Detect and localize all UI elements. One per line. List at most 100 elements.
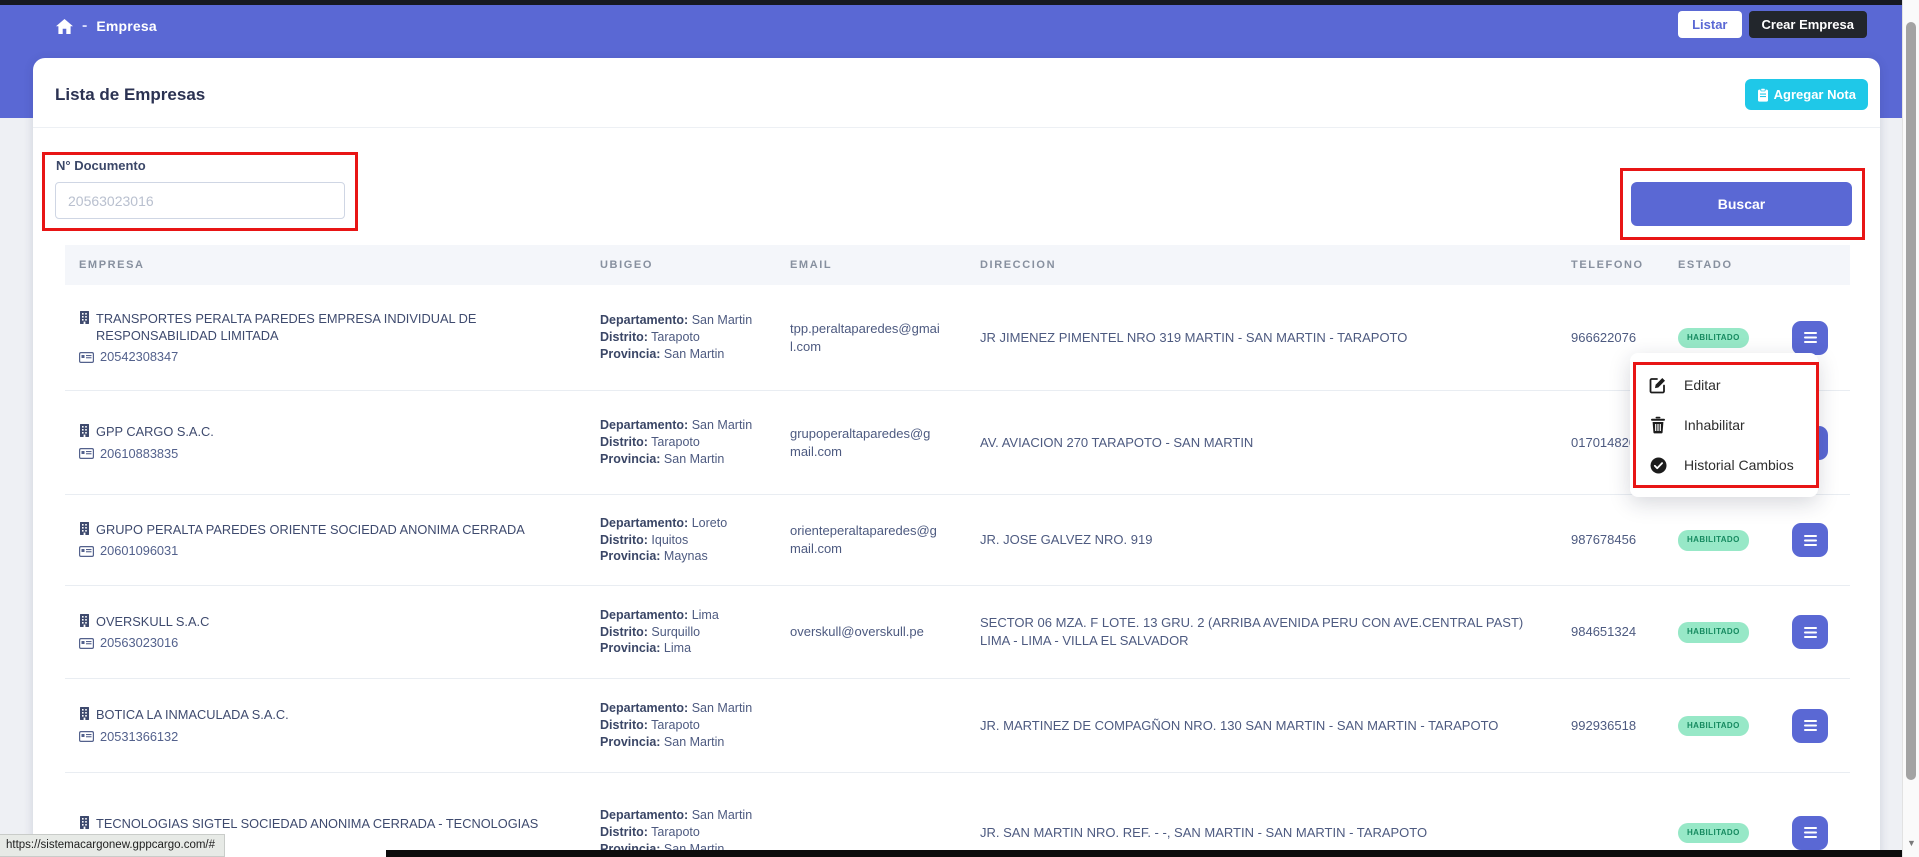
provincia-label: Provincia: bbox=[600, 452, 660, 466]
status-badge: HABILITADO bbox=[1678, 823, 1749, 844]
documento-input[interactable] bbox=[55, 182, 345, 219]
header-actions: Listar Crear Empresa bbox=[1678, 11, 1867, 38]
direccion-cell: JR. SAN MARTIN NRO. REF. - -, SAN MARTIN… bbox=[960, 814, 1555, 852]
company-ruc: 20531366132 bbox=[100, 728, 178, 745]
clipboard-icon bbox=[1757, 88, 1769, 102]
table-row: BOTICA LA INMACULADA S.A.C. 20531366132 … bbox=[65, 678, 1850, 772]
vertical-scrollbar[interactable]: ▼ bbox=[1902, 0, 1919, 857]
provincia-value: San Martin bbox=[664, 735, 724, 749]
row-actions-button[interactable] bbox=[1792, 709, 1828, 743]
company-ruc-line: 20610883835 bbox=[79, 445, 566, 462]
row-actions-button[interactable] bbox=[1792, 816, 1828, 850]
company-ruc: 20542308347 bbox=[100, 348, 178, 365]
table-row: TRANSPORTES PERALTA PAREDES EMPRESA INDI… bbox=[65, 285, 1850, 390]
empresas-table: EMPRESA UBIGEO EMAIL DIRECCION TELEFONO … bbox=[65, 245, 1850, 857]
departamento-label: Departamento: bbox=[600, 808, 688, 822]
ubigeo-cell: Departamento: San Martin Distrito: Tarap… bbox=[580, 690, 770, 761]
table-header-row: EMPRESA UBIGEO EMAIL DIRECCION TELEFONO … bbox=[65, 245, 1850, 285]
table-body: TRANSPORTES PERALTA PAREDES EMPRESA INDI… bbox=[65, 285, 1850, 857]
direccion-cell: JR. MARTINEZ DE COMPAGÑON NRO. 130 SAN M… bbox=[960, 707, 1555, 745]
email-cell: overskull@overskull.pe bbox=[770, 613, 960, 651]
distrito-label: Distrito: bbox=[600, 718, 648, 732]
row-actions-menu: Editar Inhabilitar Historial Cambios bbox=[1630, 353, 1818, 497]
header-ubigeo: UBIGEO bbox=[580, 259, 770, 271]
departamento-label: Departamento: bbox=[600, 313, 688, 327]
company-name: OVERSKULL S.A.C bbox=[96, 613, 209, 630]
trash-icon bbox=[1649, 416, 1667, 434]
menu-item-historial[interactable]: Historial Cambios bbox=[1630, 445, 1818, 485]
building-icon bbox=[79, 311, 90, 324]
email-cell: grupoperaltaparedes@gmail.com bbox=[770, 415, 960, 470]
row-actions-button[interactable] bbox=[1792, 321, 1828, 355]
provincia-value: Maynas bbox=[664, 549, 708, 563]
scrollbar-thumb[interactable] bbox=[1906, 22, 1916, 780]
telefono-cell bbox=[1555, 823, 1650, 843]
ubigeo-cell: Departamento: Loreto Distrito: Iquitos P… bbox=[580, 505, 770, 576]
distrito-value: Iquitos bbox=[651, 533, 688, 547]
table-row: GRUPO PERALTA PAREDES ORIENTE SOCIEDAD A… bbox=[65, 494, 1850, 585]
header-telefono: TELEFONO bbox=[1555, 259, 1650, 271]
header-direccion: DIRECCION bbox=[960, 259, 1555, 271]
table-row: TECNOLOGIAS SIGTEL SOCIEDAD ANONIMA CERR… bbox=[65, 772, 1850, 857]
buscar-button[interactable]: Buscar bbox=[1631, 182, 1852, 226]
company-name: TRANSPORTES PERALTA PAREDES EMPRESA INDI… bbox=[96, 310, 566, 345]
direccion-cell: JR. JOSE GALVEZ NRO. 919 bbox=[960, 521, 1555, 559]
actions-cell bbox=[1770, 699, 1850, 753]
company-ruc: 20563023016 bbox=[100, 634, 178, 651]
id-card-icon bbox=[79, 448, 94, 459]
building-icon bbox=[79, 816, 90, 829]
empresa-cell: GRUPO PERALTA PAREDES ORIENTE SOCIEDAD A… bbox=[65, 511, 580, 570]
menu-item-inhabilitar[interactable]: Inhabilitar bbox=[1630, 405, 1818, 445]
crear-empresa-button[interactable]: Crear Empresa bbox=[1749, 11, 1868, 38]
status-badge: HABILITADO bbox=[1678, 328, 1749, 349]
provincia-value: Lima bbox=[664, 641, 691, 655]
menu-item-editar[interactable]: Editar bbox=[1630, 365, 1818, 405]
page-title: Lista de Empresas bbox=[55, 85, 205, 105]
header-estado: ESTADO bbox=[1650, 259, 1770, 271]
provincia-label: Provincia: bbox=[600, 735, 660, 749]
company-ruc-line: 20542308347 bbox=[79, 348, 566, 365]
menu-item-label: Historial Cambios bbox=[1684, 457, 1794, 473]
ubigeo-cell: Departamento: Lima Distrito: Surquillo P… bbox=[580, 597, 770, 668]
row-actions-button[interactable] bbox=[1792, 523, 1828, 557]
breadcrumb-separator: - bbox=[82, 17, 87, 35]
estado-cell: HABILITADO bbox=[1650, 812, 1770, 854]
empresa-cell: BOTICA LA INMACULADA S.A.C. 20531366132 bbox=[65, 696, 580, 755]
listar-button[interactable]: Listar bbox=[1678, 11, 1741, 38]
home-icon[interactable] bbox=[56, 19, 73, 34]
departamento-value: San Martin bbox=[692, 418, 752, 432]
scrollbar-down-arrow[interactable]: ▼ bbox=[1907, 838, 1916, 848]
ubigeo-cell: Departamento: San Martin Distrito: Tarap… bbox=[580, 407, 770, 478]
row-actions-button[interactable] bbox=[1792, 615, 1828, 649]
agregar-nota-button[interactable]: Agregar Nota bbox=[1745, 79, 1868, 110]
telefono-cell: 984651324 bbox=[1555, 613, 1650, 651]
breadcrumb: - Empresa bbox=[56, 17, 157, 35]
provincia-label: Provincia: bbox=[600, 549, 660, 563]
status-badge: HABILITADO bbox=[1678, 622, 1749, 643]
distrito-value: Tarapoto bbox=[651, 825, 700, 839]
distrito-label: Distrito: bbox=[600, 825, 648, 839]
company-ruc-line: 20531366132 bbox=[79, 728, 566, 745]
distrito-value: Tarapoto bbox=[651, 718, 700, 732]
distrito-label: Distrito: bbox=[600, 533, 648, 547]
breadcrumb-label[interactable]: Empresa bbox=[96, 18, 157, 34]
company-name: BOTICA LA INMACULADA S.A.C. bbox=[96, 706, 289, 723]
agregar-nota-label: Agregar Nota bbox=[1774, 87, 1856, 102]
direccion-cell: SECTOR 06 MZA. F LOTE. 13 GRU. 2 (ARRIBA… bbox=[960, 604, 1555, 659]
status-badge: HABILITADO bbox=[1678, 530, 1749, 551]
departamento-label: Departamento: bbox=[600, 608, 688, 622]
departamento-value: San Martin bbox=[692, 313, 752, 327]
check-circle-icon bbox=[1649, 457, 1667, 474]
documento-label: N° Documento bbox=[56, 158, 146, 173]
telefono-cell: 987678456 bbox=[1555, 521, 1650, 559]
building-icon bbox=[79, 424, 90, 437]
empresa-cell: TRANSPORTES PERALTA PAREDES EMPRESA INDI… bbox=[65, 300, 580, 376]
departamento-label: Departamento: bbox=[600, 701, 688, 715]
actions-cell bbox=[1770, 513, 1850, 567]
empresa-cell: GPP CARGO S.A.C. 20610883835 bbox=[65, 413, 580, 472]
id-card-icon bbox=[79, 731, 94, 742]
id-card-icon bbox=[79, 352, 94, 363]
email-cell: orienteperaltaparedes@gmail.com bbox=[770, 512, 960, 567]
distrito-label: Distrito: bbox=[600, 330, 648, 344]
header-email: EMAIL bbox=[770, 259, 960, 271]
